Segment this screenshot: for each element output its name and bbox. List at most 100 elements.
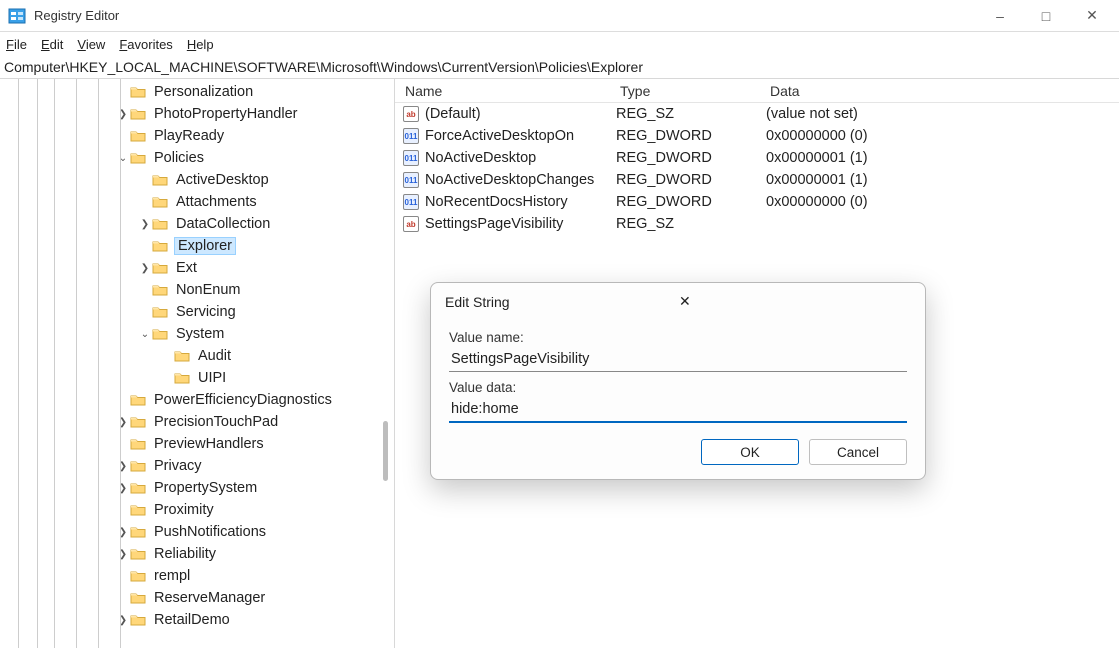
tree-label: Explorer — [174, 237, 236, 255]
expander-icon[interactable]: ⌄ — [116, 153, 130, 164]
menu-help[interactable]: Help — [187, 37, 214, 52]
window-controls: – □ ✕ — [977, 0, 1115, 31]
folder-icon — [130, 85, 146, 99]
cell-type: REG_DWORD — [616, 172, 766, 188]
maximize-button[interactable]: □ — [1023, 0, 1069, 31]
folder-icon — [130, 481, 146, 495]
string-value-icon: ab — [403, 106, 419, 122]
expander-icon[interactable]: ❯ — [116, 417, 130, 428]
expander-icon[interactable]: ❯ — [138, 263, 152, 274]
titlebar: Registry Editor – □ ✕ — [0, 0, 1119, 32]
tree-item-propertysystem[interactable]: ❯ PropertySystem — [0, 477, 394, 499]
folder-icon — [130, 459, 146, 473]
expander-icon[interactable]: ❯ — [116, 461, 130, 472]
close-button[interactable]: ✕ — [1069, 0, 1115, 31]
tree-item-policies[interactable]: ⌄ Policies — [0, 147, 394, 169]
folder-icon — [130, 437, 146, 451]
tree-item-explorer[interactable]: Explorer — [0, 235, 394, 257]
tree-label: ReserveManager — [152, 589, 267, 607]
tree-item-reservemanager[interactable]: ReserveManager — [0, 587, 394, 609]
folder-icon — [130, 525, 146, 539]
tree-pane[interactable]: Personalization ❯ PhotoPropertyHandler Play… — [0, 79, 395, 648]
col-data[interactable]: Data — [760, 83, 1119, 99]
tree-item-retaildemo[interactable]: ❯RetailDemo — [0, 609, 394, 631]
folder-icon — [152, 195, 168, 209]
tree-item-powerefficiencydiagnostics[interactable]: PowerEfficiencyDiagnostics — [0, 389, 394, 411]
cancel-button[interactable]: Cancel — [809, 439, 907, 465]
menu-edit[interactable]: Edit — [41, 37, 63, 52]
tree-item-proximity[interactable]: Proximity — [0, 499, 394, 521]
value-name-input[interactable] — [449, 347, 907, 372]
folder-icon — [130, 107, 146, 121]
list-header: Name Type Data — [395, 79, 1119, 103]
expander-icon[interactable]: ⌄ — [138, 329, 152, 340]
menu-view[interactable]: View — [77, 37, 105, 52]
tree-label: PropertySystem — [152, 479, 259, 497]
dword-value-icon: 011 — [403, 150, 419, 166]
tree-label: Attachments — [174, 193, 259, 211]
tree-label: Personalization — [152, 83, 255, 101]
col-type[interactable]: Type — [610, 83, 760, 99]
tree-label: PhotoPropertyHandler — [152, 105, 299, 123]
address-bar[interactable]: Computer\HKEY_LOCAL_MACHINE\SOFTWARE\Mic… — [0, 56, 1119, 79]
folder-icon — [152, 173, 168, 187]
tree-label: System — [174, 325, 226, 343]
tree-item-personalization[interactable]: Personalization — [0, 81, 394, 103]
expander-icon[interactable]: ❯ — [116, 615, 130, 626]
tree-item-rempl[interactable]: rempl — [0, 565, 394, 587]
tree-item-attachments[interactable]: Attachments — [0, 191, 394, 213]
expander-icon[interactable]: ❯ — [116, 109, 130, 120]
cell-name: SettingsPageVisibility — [425, 216, 616, 232]
cell-type: REG_SZ — [616, 216, 766, 232]
tree-item-datacollection[interactable]: ❯ DataCollection — [0, 213, 394, 235]
ok-button[interactable]: OK — [701, 439, 799, 465]
expander-icon[interactable]: ❯ — [138, 219, 152, 230]
expander-icon[interactable]: ❯ — [116, 483, 130, 494]
tree-item-pushnotifications[interactable]: ❯PushNotifications — [0, 521, 394, 543]
minimize-button[interactable]: – — [977, 0, 1023, 31]
tree-item-system[interactable]: ⌄ System — [0, 323, 394, 345]
list-item[interactable]: 011ForceActiveDesktopOnREG_DWORD0x000000… — [395, 125, 1119, 147]
list-item[interactable]: ab(Default)REG_SZ(value not set) — [395, 103, 1119, 125]
tree-item-photopropertyhandler[interactable]: ❯ PhotoPropertyHandler — [0, 103, 394, 125]
expander-icon[interactable]: ❯ — [116, 527, 130, 538]
dword-value-icon: 011 — [403, 128, 419, 144]
cell-data: 0x00000001 (1) — [766, 172, 1119, 188]
tree-label: Policies — [152, 149, 206, 167]
cell-data: 0x00000000 (0) — [766, 194, 1119, 210]
col-name[interactable]: Name — [395, 83, 610, 99]
cell-name: ForceActiveDesktopOn — [425, 128, 616, 144]
edit-string-dialog: Edit String ✕ Value name: Value data: OK… — [430, 282, 926, 480]
list-item[interactable]: 011NoActiveDesktopREG_DWORD0x00000001 (1… — [395, 147, 1119, 169]
dialog-close-icon[interactable]: ✕ — [673, 291, 913, 312]
tree-item-uipi[interactable]: UIPI — [0, 367, 394, 389]
tree-scrollbar[interactable] — [383, 421, 388, 481]
tree-label: ActiveDesktop — [174, 171, 271, 189]
tree-label: Proximity — [152, 501, 216, 519]
folder-icon — [130, 569, 146, 583]
tree-item-servicing[interactable]: Servicing — [0, 301, 394, 323]
value-data-input[interactable] — [449, 397, 907, 423]
menu-favorites[interactable]: Favorites — [119, 37, 172, 52]
expander-icon[interactable]: ❯ — [116, 549, 130, 560]
menu-file[interactable]: File — [6, 37, 27, 52]
list-item[interactable]: 011NoRecentDocsHistoryREG_DWORD0x0000000… — [395, 191, 1119, 213]
tree-item-audit[interactable]: Audit — [0, 345, 394, 367]
folder-icon — [152, 327, 168, 341]
tree-label: NonEnum — [174, 281, 242, 299]
list-item[interactable]: abSettingsPageVisibilityREG_SZ — [395, 213, 1119, 235]
list-item[interactable]: 011NoActiveDesktopChangesREG_DWORD0x0000… — [395, 169, 1119, 191]
tree-label: DataCollection — [174, 215, 272, 233]
tree-item-playready[interactable]: PlayReady — [0, 125, 394, 147]
tree-item-precisiontouchpad[interactable]: ❯PrecisionTouchPad — [0, 411, 394, 433]
tree-item-nonenum[interactable]: NonEnum — [0, 279, 394, 301]
tree-item-privacy[interactable]: ❯Privacy — [0, 455, 394, 477]
window-title: Registry Editor — [34, 8, 977, 23]
tree-item-previewhandlers[interactable]: PreviewHandlers — [0, 433, 394, 455]
tree-item-reliability[interactable]: ❯ Reliability — [0, 543, 394, 565]
folder-icon — [152, 305, 168, 319]
tree-item-ext[interactable]: ❯Ext — [0, 257, 394, 279]
tree-label: Reliability — [152, 545, 218, 563]
tree-item-activedesktop[interactable]: ActiveDesktop — [0, 169, 394, 191]
tree-label: Servicing — [174, 303, 238, 321]
